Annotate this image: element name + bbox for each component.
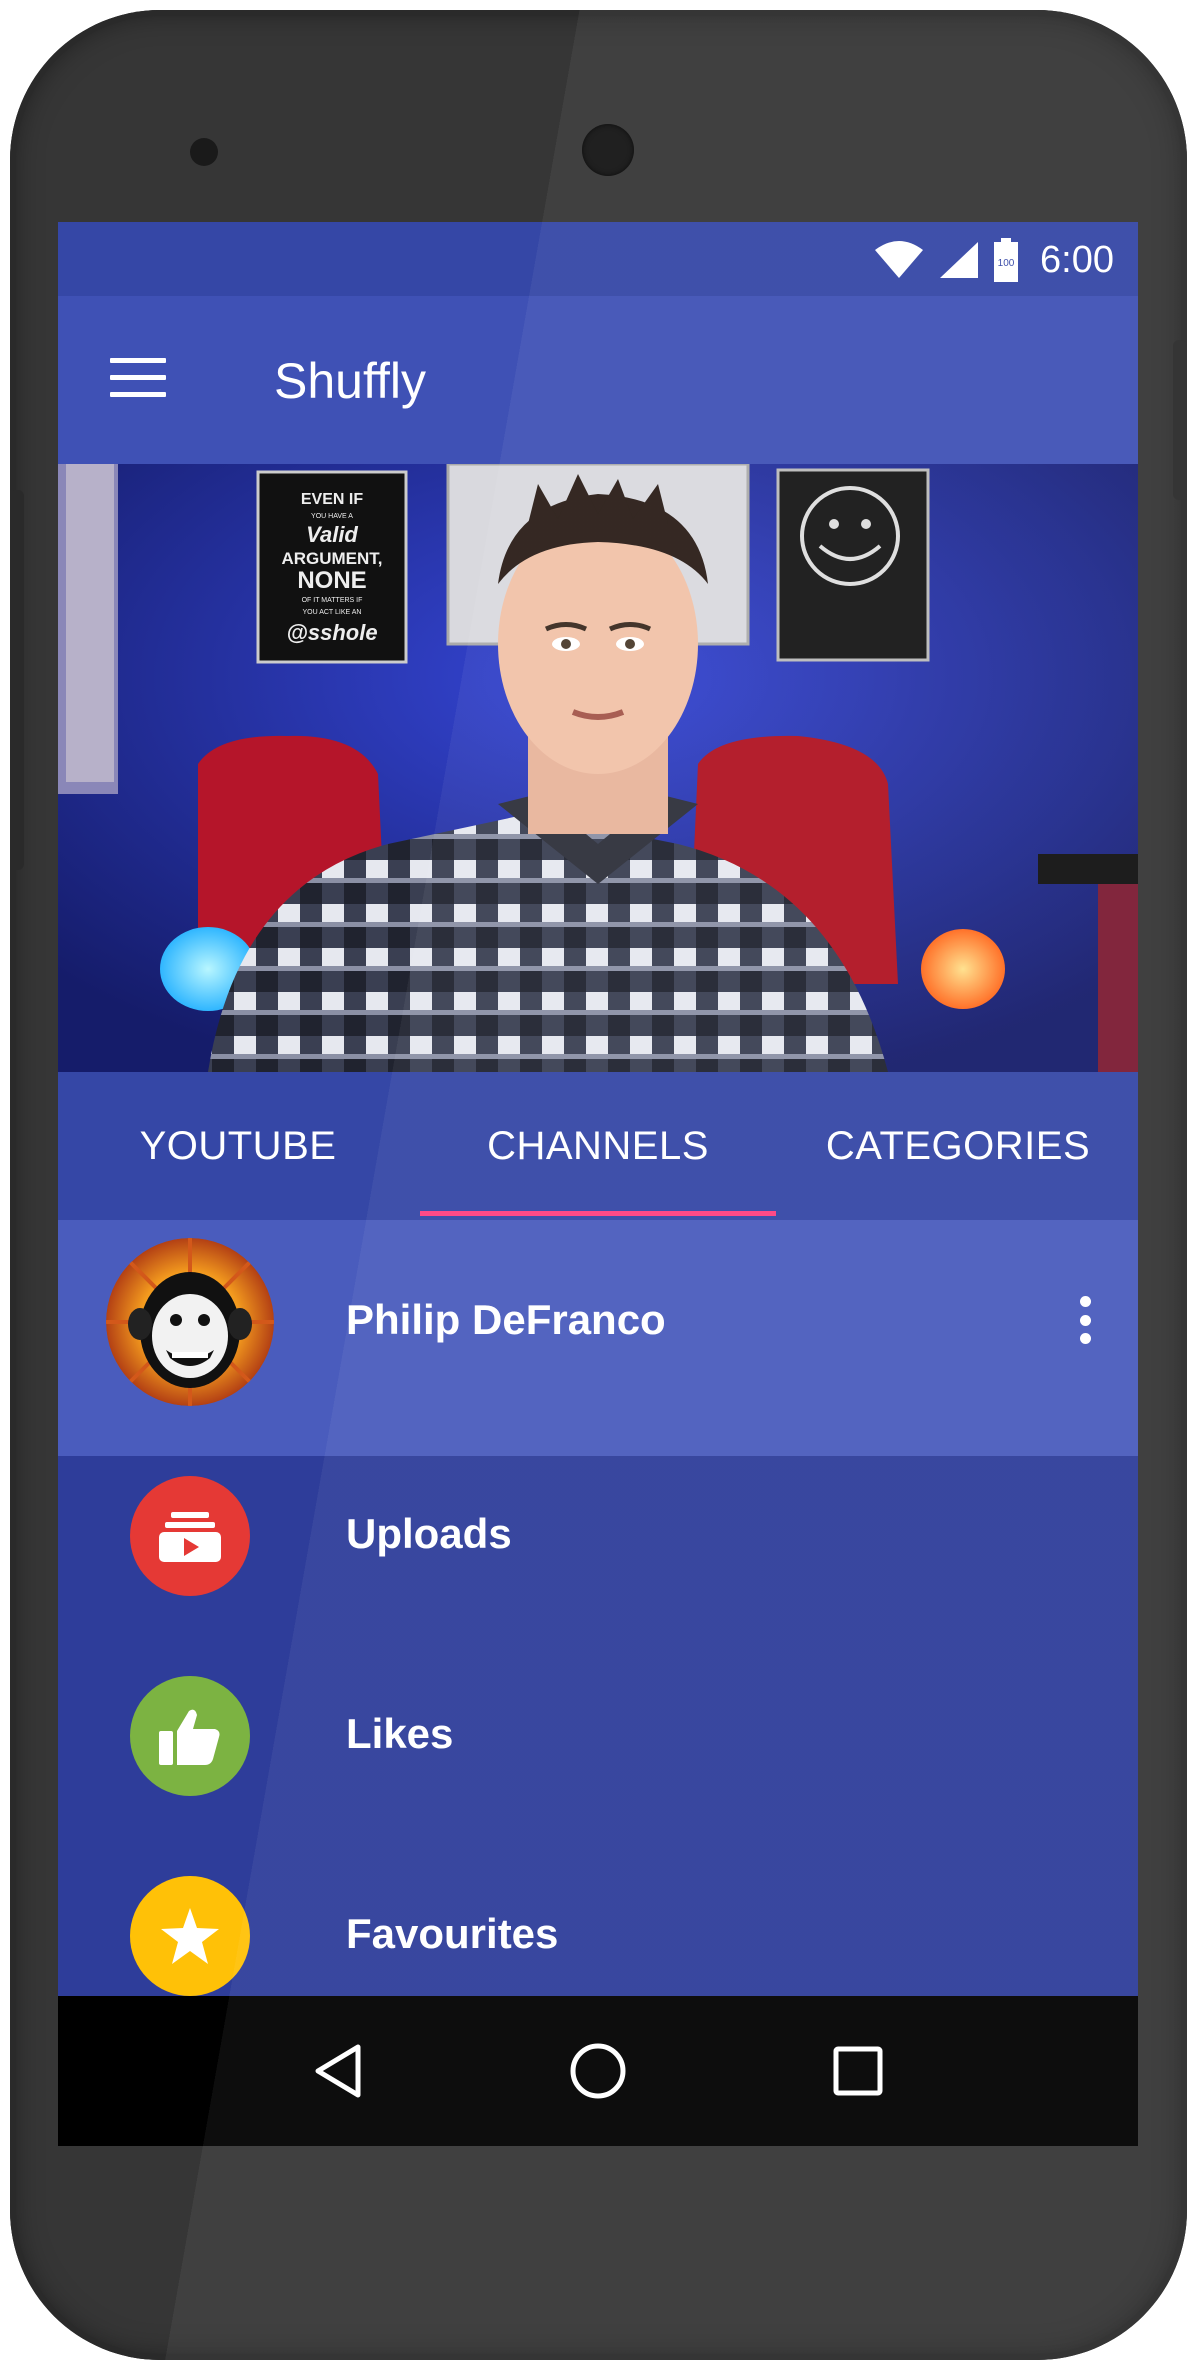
list-item-uploads[interactable]: Uploads — [58, 1456, 1138, 1656]
app-screen: 100 6:00 Shuffly EVEN IF YOU HAVE A Vali… — [58, 222, 1138, 2146]
hamburger-menu-icon[interactable] — [110, 358, 166, 402]
channel-avatar — [106, 1238, 274, 1406]
channel-name: Philip DeFranco — [346, 1296, 666, 1343]
wifi-icon — [875, 241, 924, 278]
tab-bar: YOUTUBE CHANNELS CATEGORIES — [58, 1072, 1138, 1220]
more-vert-icon[interactable] — [1070, 1292, 1100, 1348]
list-item-favourites[interactable]: Favourites — [58, 1856, 1138, 1996]
list-label-uploads: Uploads — [346, 1510, 512, 1557]
svg-text:ARGUMENT,: ARGUMENT, — [281, 549, 382, 568]
back-triangle-icon[interactable] — [298, 2031, 378, 2111]
app-title: Shuffly — [274, 353, 426, 409]
channel-playlist-list: Uploads Likes Favourites — [58, 1456, 1138, 1996]
channel-hero-image[interactable]: EVEN IF YOU HAVE A Valid ARGUMENT, NONE … — [58, 464, 1138, 1072]
list-label-likes: Likes — [346, 1710, 454, 1757]
svg-text:OF IT MATTERS IF: OF IT MATTERS IF — [302, 597, 363, 604]
svg-text:Valid: Valid — [306, 522, 358, 547]
app-bar: Shuffly — [58, 296, 1138, 464]
thumb-up-icon — [130, 1676, 250, 1796]
front-camera — [582, 124, 634, 176]
channel-row[interactable]: Philip DeFranco — [58, 1220, 1138, 1456]
star-icon — [130, 1876, 250, 1996]
tab-youtube[interactable]: YOUTUBE — [58, 1072, 418, 1220]
uploads-icon — [130, 1476, 250, 1596]
svg-text:YOU HAVE A: YOU HAVE A — [311, 513, 353, 520]
svg-text:100: 100 — [998, 258, 1015, 269]
home-circle-icon[interactable] — [558, 2031, 638, 2111]
volume-button — [10, 490, 24, 870]
status-time: 6:00 — [1040, 238, 1114, 281]
svg-text:NONE: NONE — [297, 567, 366, 594]
svg-text:@sshole: @sshole — [286, 620, 377, 645]
proximity-sensor — [190, 138, 218, 166]
svg-text:EVEN IF: EVEN IF — [301, 491, 363, 508]
monkey-avatar-icon — [106, 1238, 274, 1406]
tab-categories[interactable]: CATEGORIES — [778, 1072, 1138, 1220]
status-icons: 100 6:00 — [874, 236, 1114, 284]
hero-illustration: EVEN IF YOU HAVE A Valid ARGUMENT, NONE … — [58, 464, 1138, 1072]
recents-square-icon[interactable] — [818, 2031, 898, 2111]
status-bar: 100 6:00 — [58, 222, 1138, 296]
cell-signal-icon — [940, 242, 979, 278]
list-item-likes[interactable]: Likes — [58, 1656, 1138, 1856]
list-label-favourites: Favourites — [346, 1910, 559, 1957]
tab-channels[interactable]: CHANNELS — [418, 1072, 778, 1220]
system-navigation-bar — [58, 1996, 1138, 2146]
battery-icon: 100 — [994, 238, 1019, 282]
power-button — [1173, 340, 1187, 500]
svg-text:YOU ACT LIKE AN: YOU ACT LIKE AN — [302, 609, 361, 616]
